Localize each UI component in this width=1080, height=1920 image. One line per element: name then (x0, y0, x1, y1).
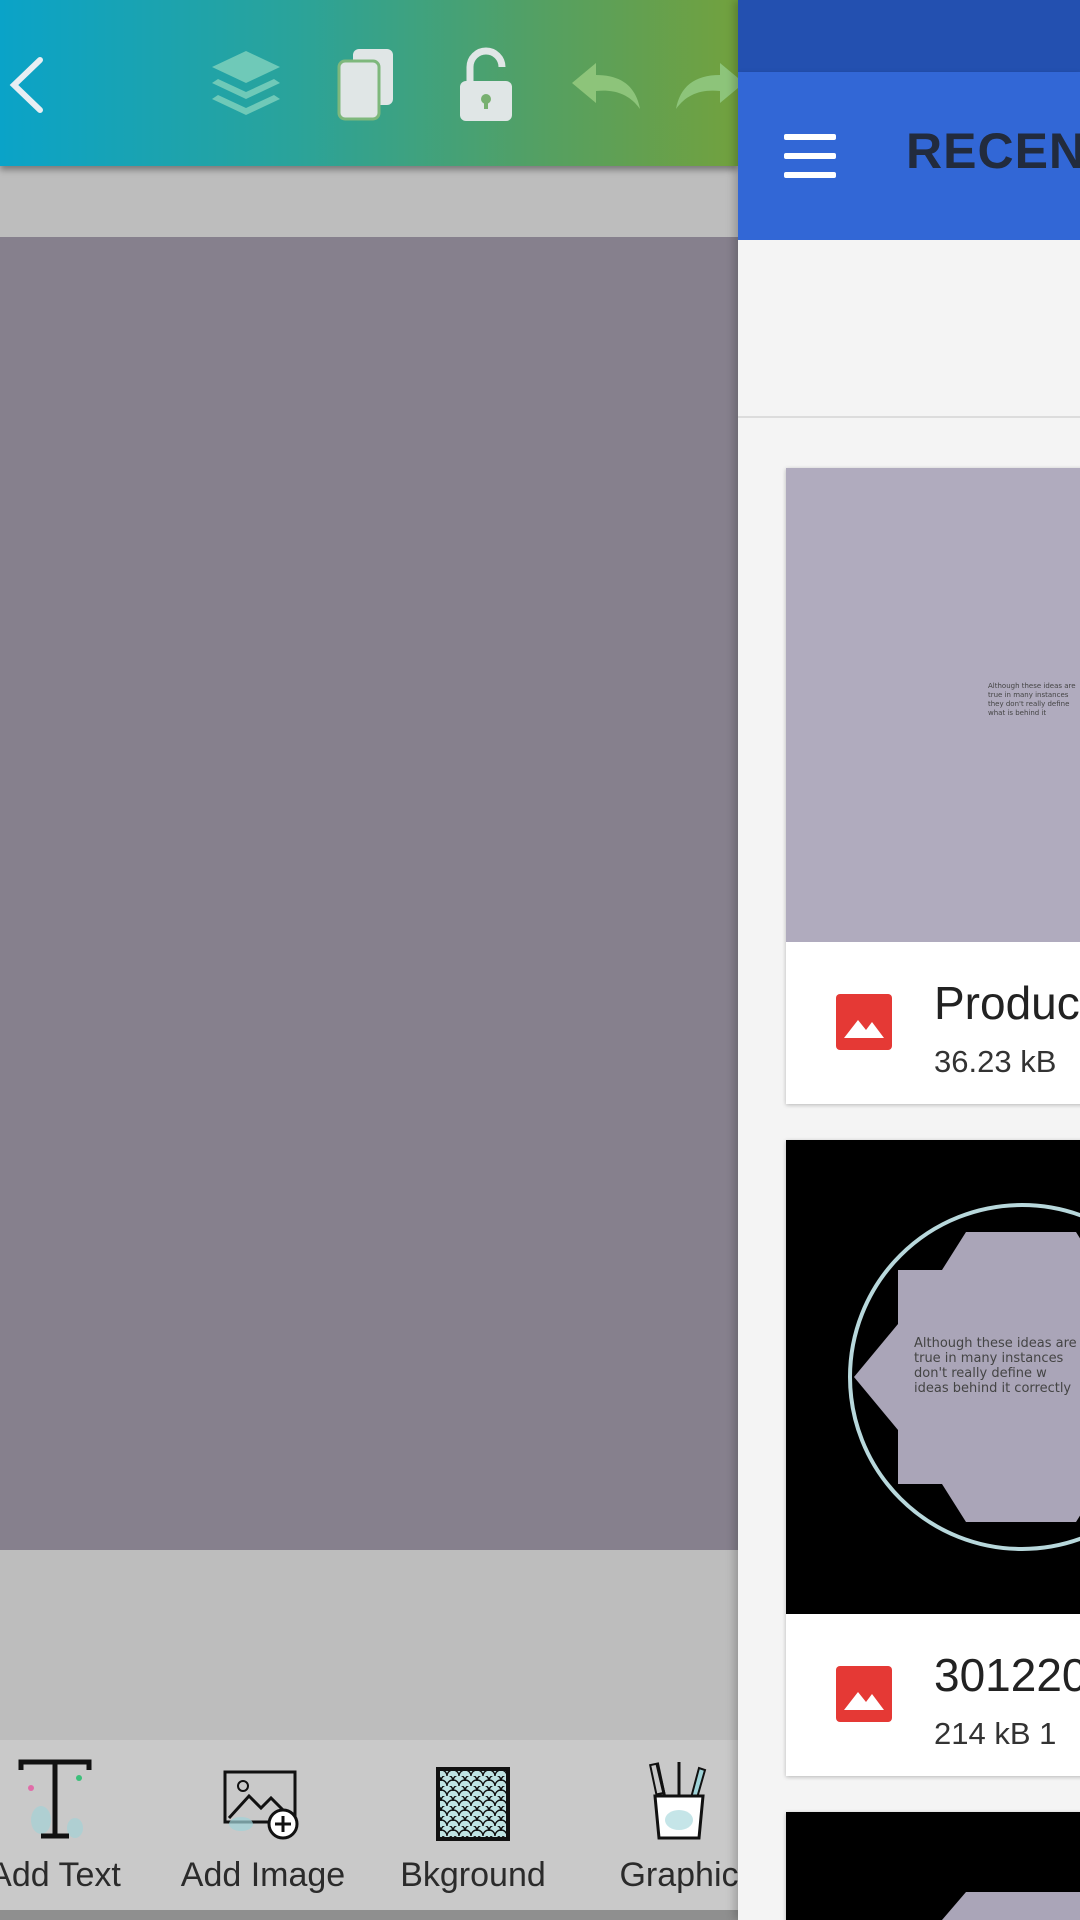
drawer-status-bar (738, 0, 1080, 72)
add-image-label: Add Image (180, 1856, 346, 1894)
file-thumbnail: Although these ideas are true in many ins… (786, 468, 1080, 942)
file-name: Produc (934, 977, 1080, 1029)
recent-file-card[interactable]: Although these ideas are true in many ins… (786, 468, 1080, 1104)
back-icon[interactable] (0, 30, 80, 140)
bottom-edge-bar (0, 1910, 738, 1920)
drawer-app-bar: RECENT (738, 72, 1080, 240)
redo-icon[interactable] (660, 30, 738, 140)
duplicate-icon[interactable] (316, 30, 416, 140)
background-pattern-icon (378, 1760, 568, 1842)
design-canvas[interactable] (0, 237, 738, 1550)
background-label: Bkground (400, 1856, 546, 1894)
file-thumbnail (898, 1892, 1080, 1920)
image-file-icon (836, 1666, 892, 1722)
layers-icon[interactable] (196, 30, 296, 140)
file-size: 214 kB 1 (934, 1716, 1057, 1751)
file-name: 301220 (934, 1649, 1080, 1701)
thumbnail-text: Although these ideas are true in many ins… (988, 682, 1076, 717)
file-size: 36.23 kB (934, 1044, 1057, 1079)
editor-panel: Add Text Add Image Bkground Graphic (0, 0, 738, 1920)
hamburger-menu-icon[interactable] (778, 128, 844, 184)
recent-files-drawer: RECENT Although these ideas aretrue in m… (738, 0, 1080, 1920)
file-thumbnail: Although these ideas are true in many ins… (786, 1140, 1080, 1614)
graphics-label: Graphic (619, 1856, 738, 1894)
image-file-icon (836, 994, 892, 1050)
add-text-label: Add Text (0, 1856, 121, 1894)
add-image-icon (168, 1760, 358, 1842)
undo-icon[interactable] (556, 30, 656, 140)
drawer-title: RECENT (906, 123, 1080, 179)
add-text-tool[interactable]: Add Text (0, 1759, 150, 1900)
background-tool[interactable]: Bkground (378, 1760, 568, 1900)
recent-file-card[interactable] (786, 1812, 1080, 1920)
add-text-icon (0, 1759, 150, 1842)
file-info: Produc 36.23 kB (786, 942, 1080, 1104)
unlock-icon[interactable] (436, 30, 536, 140)
graphics-pencil-cup-icon (584, 1760, 738, 1842)
editor-toolbar (0, 0, 738, 166)
bottom-tools-bar: Add Text Add Image Bkground Graphic (0, 1740, 738, 1910)
recent-file-card[interactable]: Although these ideas are true in many ins… (786, 1140, 1080, 1776)
graphics-tool[interactable]: Graphic (584, 1760, 738, 1900)
thumbnail-text: Although these ideas are true in many ins… (914, 1336, 1077, 1396)
file-info: 301220 214 kB 1 (786, 1614, 1080, 1776)
drawer-subheader (738, 240, 1080, 418)
add-image-tool[interactable]: Add Image (168, 1760, 358, 1900)
